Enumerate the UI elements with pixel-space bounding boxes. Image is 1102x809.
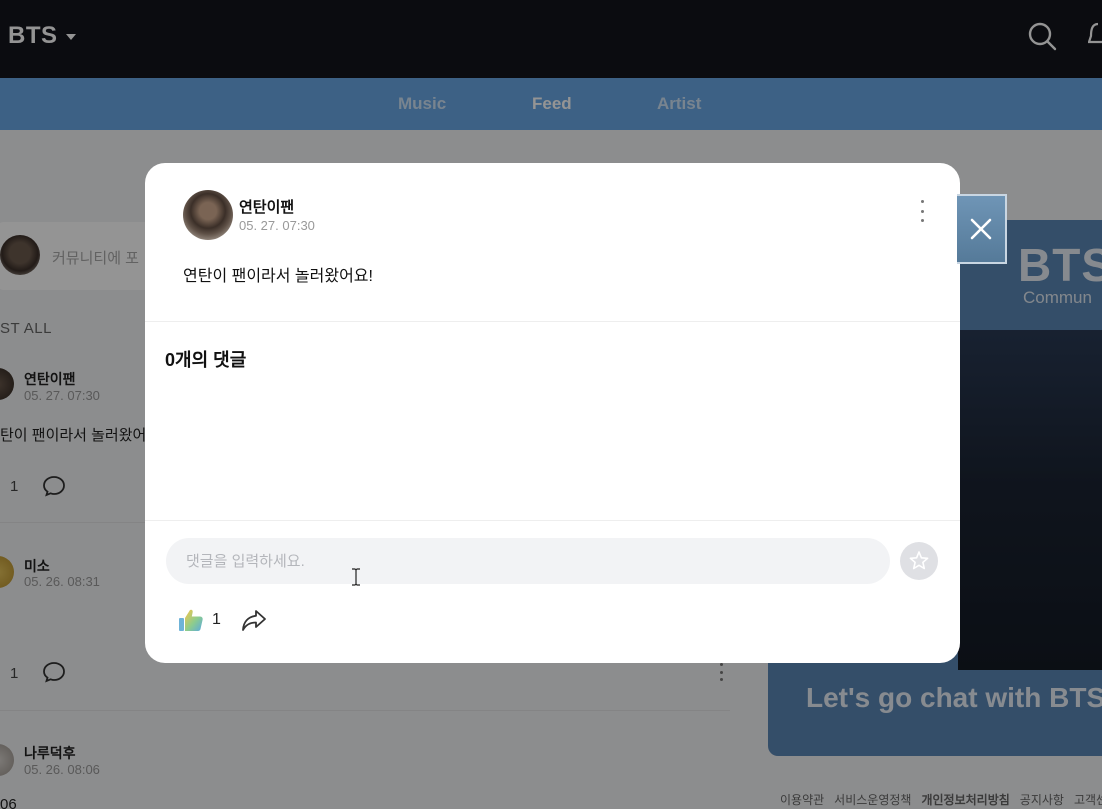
post-body: 연탄이 팬이라서 놀러왔어요! bbox=[183, 268, 373, 285]
share-icon[interactable] bbox=[240, 607, 268, 635]
like-button[interactable]: 1 bbox=[178, 608, 221, 632]
thumbs-up-icon bbox=[179, 609, 203, 631]
avatar[interactable] bbox=[183, 190, 233, 240]
emoji-button[interactable] bbox=[900, 542, 938, 580]
divider bbox=[145, 520, 960, 521]
like-count: 1 bbox=[212, 611, 221, 628]
text-cursor-icon bbox=[352, 568, 360, 586]
comment-input[interactable] bbox=[166, 538, 890, 584]
emoji-icon bbox=[909, 551, 929, 570]
more-vertical-icon[interactable] bbox=[915, 200, 929, 222]
post-author[interactable]: 연탄이팬 bbox=[239, 196, 294, 217]
comments-count-title: 0개의 댓글 bbox=[165, 350, 247, 370]
close-button[interactable] bbox=[957, 194, 1007, 264]
divider bbox=[145, 321, 960, 322]
post-time: 05. 27. 07:30 bbox=[239, 218, 315, 233]
post-detail-modal: 연탄이팬 05. 27. 07:30 연탄이 팬이라서 놀러왔어요! 0개의 댓… bbox=[145, 163, 960, 663]
close-icon bbox=[970, 218, 992, 240]
